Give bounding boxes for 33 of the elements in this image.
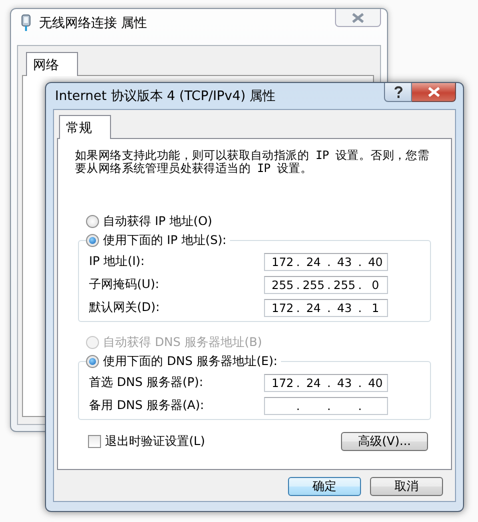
checkbox-label: 退出时验证设置(L): [105, 433, 206, 450]
advanced-button[interactable]: 高级(V)...: [341, 432, 428, 451]
radio-button[interactable]: [86, 215, 99, 228]
tab[interactable]: 网络: [26, 52, 78, 76]
ip-address-field[interactable]: 172 . 24 . 43 . 40: [264, 374, 388, 392]
field-label: 子网掩码(U):: [89, 276, 160, 293]
dialog-title: Internet 协议版本 4 (TCP/IPv4) 属性: [54, 88, 276, 105]
close-icon: [428, 87, 440, 97]
field-label: 首选 DNS 服务器(P):: [89, 374, 204, 391]
ok-button[interactable]: 确定: [288, 477, 361, 496]
close-icon: [352, 12, 364, 22]
radio-label: 使用下面的 IP 地址(S):: [103, 232, 226, 249]
close-button[interactable]: [412, 83, 456, 102]
field-label: IP 地址(I):: [89, 253, 146, 270]
help-button[interactable]: [384, 83, 412, 102]
network-adapter-icon: [21, 14, 31, 32]
help-icon: [394, 86, 402, 98]
ip-address-field[interactable]: 255 . 255 . 255 . 0: [264, 276, 388, 294]
radio-label: 使用下面的 DNS 服务器地址(E):: [103, 353, 278, 370]
field-label: 默认网关(D):: [89, 299, 161, 316]
radio-button[interactable]: [86, 355, 99, 368]
field-label: 备用 DNS 服务器(A):: [89, 397, 206, 414]
radio-label: 自动获得 DNS 服务器地址(B): [103, 334, 262, 351]
ip-address-field[interactable]: 172 . 24 . 43 . 40: [264, 252, 388, 270]
ip-address-field[interactable]: . . .: [264, 396, 388, 414]
description-text: 如果网络支持此功能，则可以获取自动指派的 IP 设置。否则，您需要从网络系统管理员处获得适当的 IP 设置。: [75, 149, 430, 175]
radio-label: 自动获得 IP 地址(O): [103, 213, 212, 230]
cancel-button[interactable]: 取消: [370, 477, 443, 496]
radio-button[interactable]: [86, 234, 99, 247]
ip-address-field[interactable]: 172 . 24 . 43 . 1: [264, 298, 388, 316]
tab[interactable]: 常规: [59, 115, 111, 139]
window-title: 无线网络连接 属性: [39, 15, 148, 32]
checkbox[interactable]: [88, 435, 101, 448]
